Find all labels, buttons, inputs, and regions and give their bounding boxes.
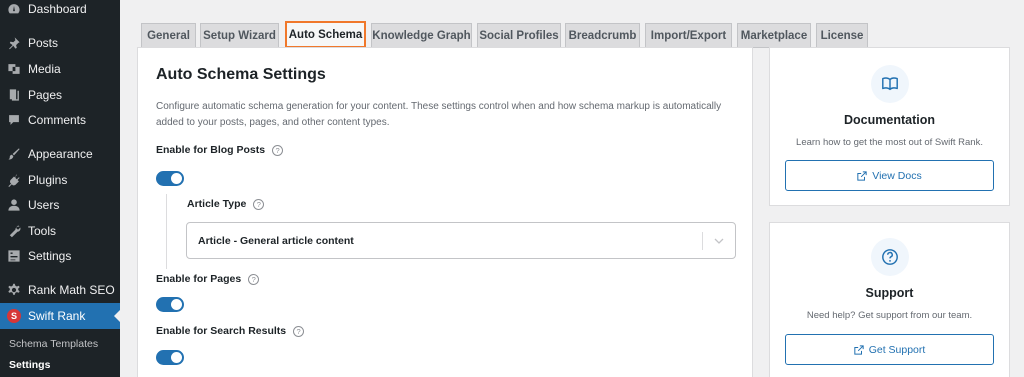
view-docs-button[interactable]: View Docs (785, 160, 994, 191)
sidebar-item-comments[interactable]: Comments (0, 107, 120, 133)
sidebar-item-dashboard[interactable]: Dashboard (0, 0, 120, 22)
tab-auto-schema[interactable]: Auto Schema (285, 21, 366, 48)
search-results-toggle[interactable] (156, 350, 184, 365)
sidebar-item-label: Dashboard (28, 2, 87, 16)
media-icon (7, 62, 21, 76)
sidebar-item-swift-rank[interactable]: S Swift Rank (0, 303, 120, 329)
help-icon[interactable]: ? (272, 144, 284, 156)
sidebar-item-pages[interactable]: Pages (0, 82, 120, 108)
tab-import-export[interactable]: Import/Export (645, 23, 732, 47)
article-type-select[interactable]: Article - General article content (186, 222, 736, 259)
user-icon (7, 198, 21, 212)
pages-field-label: Enable for Pages ? (156, 273, 260, 285)
sidebar-item-label: Plugins (28, 173, 68, 187)
documentation-card: Documentation Learn how to get the most … (769, 47, 1010, 206)
gear-icon (7, 283, 21, 297)
toggle-knob (171, 173, 182, 184)
tab-social-profiles[interactable]: Social Profiles (477, 23, 561, 47)
sidebar-item-rank-math-seo[interactable]: Rank Math SEO (0, 277, 120, 303)
search-results-field-label: Enable for Search Results ? (156, 325, 305, 337)
pin-icon (7, 36, 21, 50)
sidebar-item-tools[interactable]: Tools (0, 218, 120, 244)
support-description: Need help? Get support from our team. (806, 310, 973, 321)
chevron-down-icon (714, 238, 724, 244)
documentation-title: Documentation (844, 113, 935, 127)
swift-rank-logo-icon: S (7, 309, 21, 323)
support-card: Support Need help? Get support from our … (769, 222, 1010, 377)
tab-general[interactable]: General (141, 23, 196, 47)
tab-setup-wizard[interactable]: Setup Wizard (200, 23, 279, 47)
tab-marketplace[interactable]: Marketplace (737, 23, 811, 47)
sidebar-item-label: Pages (28, 88, 63, 102)
help-icon[interactable]: ? (253, 198, 265, 210)
search-results-label-text: Enable for Search Results (156, 325, 287, 337)
tab-knowledge-graph[interactable]: Knowledge Graph (371, 23, 472, 47)
brush-icon (7, 147, 21, 161)
wrench-icon (7, 224, 21, 238)
settings-description: Configure automatic schema generation fo… (156, 101, 722, 128)
sidebar-item-label: Appearance (28, 147, 93, 161)
dashboard-icon (7, 2, 21, 16)
tab-breadcrumb[interactable]: Breadcrumb (565, 23, 640, 47)
sidebar-item-label: Posts (28, 36, 59, 50)
sidebar-item-settings[interactable]: Settings (0, 243, 120, 269)
article-type-field-label: Article Type ? (187, 198, 265, 210)
comment-icon (7, 113, 21, 127)
pages-toggle[interactable] (156, 297, 184, 312)
blog-posts-toggle[interactable] (156, 171, 184, 186)
active-indicator (114, 310, 120, 322)
sidebar-item-label: Tools (28, 224, 57, 238)
toggle-knob (171, 299, 182, 310)
help-icon[interactable]: ? (248, 273, 260, 285)
documentation-description: Learn how to get the most out of Swift R… (796, 137, 983, 148)
sidebar-item-label: Media (28, 62, 61, 76)
sidebar-item-users[interactable]: Users (0, 192, 120, 218)
help-icon[interactable]: ? (293, 325, 305, 337)
question-circle-icon (871, 238, 909, 276)
sidebar-item-plugins[interactable]: Plugins (0, 167, 120, 193)
get-support-button[interactable]: Get Support (785, 334, 994, 365)
blog-posts-label-text: Enable for Blog Posts (156, 144, 266, 156)
submenu-item-schema-templates[interactable]: Schema Templates (9, 338, 98, 350)
sidebar-item-label: Settings (28, 249, 72, 263)
settings-icon (7, 249, 21, 263)
sidebar-item-label: Users (28, 198, 60, 212)
sidebar-item-label: Comments (28, 113, 87, 127)
admin-sidebar: Dashboard Posts Media Pages Comments App… (0, 0, 120, 377)
article-type-selected-value: Article - General article content (198, 235, 354, 247)
page-title: Auto Schema Settings (156, 66, 326, 83)
support-title: Support (865, 286, 914, 300)
pages-icon (7, 88, 21, 102)
toggle-knob (171, 352, 182, 363)
external-link-icon (857, 170, 867, 181)
sidebar-item-label: Rank Math SEO (28, 283, 115, 297)
view-docs-label: View Docs (872, 169, 922, 182)
submenu-item-settings[interactable]: Settings (9, 359, 50, 371)
blog-posts-field-label: Enable for Blog Posts ? (156, 144, 284, 156)
external-link-icon (854, 344, 864, 355)
book-icon (871, 65, 909, 103)
article-type-label-text: Article Type (187, 198, 247, 210)
plugin-icon (7, 173, 21, 187)
select-divider (702, 232, 703, 250)
tab-license[interactable]: License (816, 23, 868, 47)
sidebar-item-posts[interactable]: Posts (0, 30, 120, 56)
indent-guide (166, 194, 167, 269)
sidebar-item-label: Swift Rank (28, 309, 86, 323)
sidebar-item-appearance[interactable]: Appearance (0, 141, 120, 167)
pages-label-text: Enable for Pages (156, 273, 242, 285)
auto-schema-panel: Auto Schema Settings Configure automatic… (137, 47, 753, 377)
get-support-label: Get Support (868, 343, 926, 356)
sidebar-item-media[interactable]: Media (0, 56, 120, 82)
